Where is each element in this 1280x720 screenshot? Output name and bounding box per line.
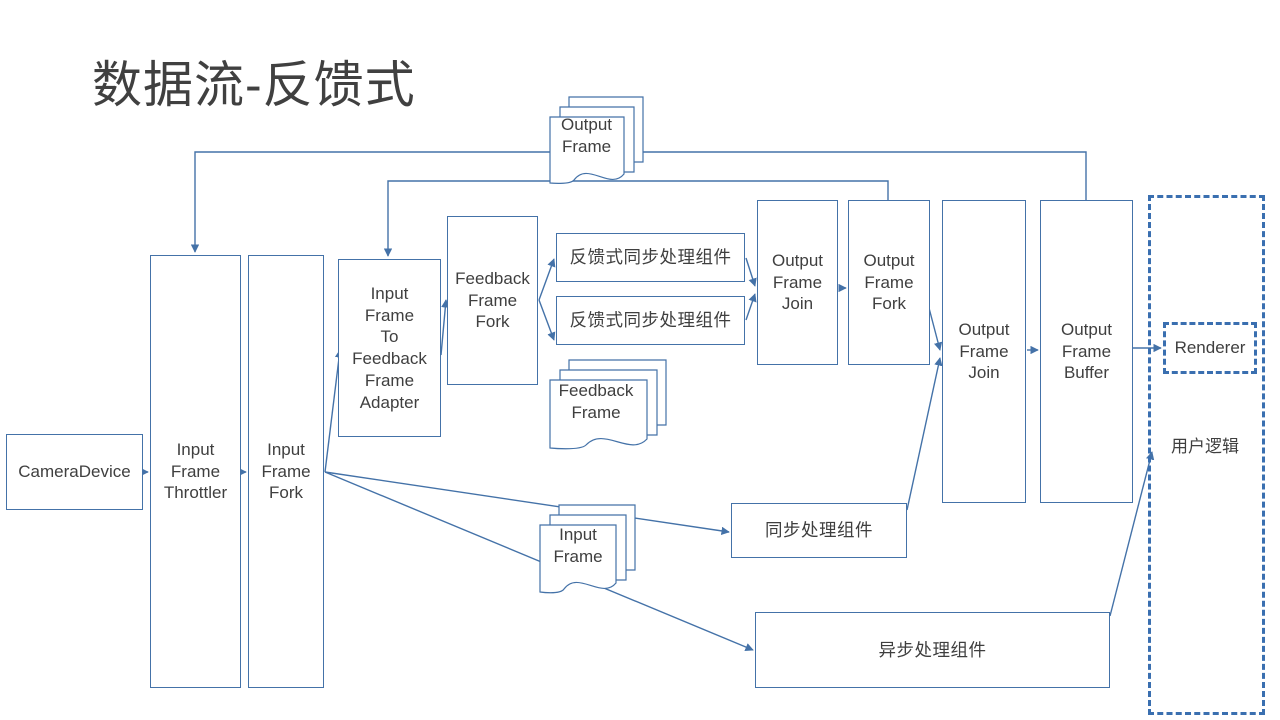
text-line: Output (771, 250, 824, 270)
text-line: Adapter (359, 392, 420, 412)
adapter-label: Input Frame To Feedback Frame Adapter (344, 283, 435, 414)
text-line: Feedback (455, 268, 530, 288)
text-line: Join (968, 363, 1000, 383)
output-frame-buffer-label: Output Frame Buffer (1053, 319, 1120, 384)
page-title: 数据流-反馈式 (92, 57, 416, 113)
renderer-node[interactable]: Renderer (1163, 322, 1257, 374)
text-line: Feedback (352, 349, 427, 368)
input-frame-to-feedback-frame-adapter-node[interactable]: Input Frame To Feedback Frame Adapter (338, 259, 441, 437)
output-frame-document-stack[interactable]: Output Frame (548, 95, 645, 189)
text-line: Frame (467, 290, 518, 310)
output-frame-join-2-node[interactable]: Output Frame Join (942, 200, 1026, 503)
feedback-sync-component-1-label: 反馈式同步处理组件 (569, 247, 732, 268)
input-frame-throttler-label: Input Frame Throttler (156, 439, 235, 504)
text-line: Throttler (163, 483, 228, 503)
sync-component-node[interactable]: 同步处理组件 (731, 503, 907, 558)
feedback-frame-fork-node[interactable]: Feedback Frame Fork (447, 216, 538, 385)
feedback-frame-fork-label: Feedback Frame Fork (447, 268, 538, 333)
output-frame-fork-label: Output Frame Fork (855, 250, 922, 315)
text-line: Output (863, 250, 915, 270)
text-line: Frame (772, 272, 823, 292)
text-line: Frame (1061, 341, 1112, 361)
user-logic-label: 用户逻辑 (1171, 437, 1239, 456)
text-line: Buffer (1063, 363, 1110, 383)
text-line: To (380, 327, 399, 347)
text-line: Input (176, 439, 215, 459)
input-frame-fork-node[interactable]: Input Frame Fork (248, 255, 324, 688)
text-line: Join (781, 294, 814, 314)
async-component-label: 异步处理组件 (878, 639, 987, 660)
text-line: Fork (269, 483, 303, 503)
output-frame-join-2-label: Output Frame Join (950, 319, 1017, 384)
input-frame-fork-label: Input Frame Fork (253, 439, 318, 504)
output-frame-join-1-node[interactable]: Output Frame Join (757, 200, 838, 365)
output-frame-join-1-label: Output Frame Join (764, 250, 831, 315)
output-frame-fork-node[interactable]: Output Frame Fork (848, 200, 930, 365)
feedback-sync-component-2-label: 反馈式同步处理组件 (569, 310, 732, 331)
text-line: Output (1060, 319, 1113, 339)
output-frame-buffer-node[interactable]: Output Frame Buffer (1040, 200, 1133, 503)
text-line: Frame (364, 370, 415, 390)
feedback-sync-component-1-node[interactable]: 反馈式同步处理组件 (556, 233, 745, 282)
feedback-frame-document-stack[interactable]: Feedback Frame (548, 358, 668, 458)
input-frame-document-stack[interactable]: Input Frame (538, 503, 638, 601)
async-component-node[interactable]: 异步处理组件 (755, 612, 1110, 688)
text-line: Input (267, 439, 305, 459)
camera-device-label: CameraDevice (18, 462, 131, 482)
text-line: Output (958, 319, 1010, 339)
text-line: Frame (959, 341, 1009, 361)
text-line: Fork (475, 312, 510, 332)
input-frame-throttler-node[interactable]: Input Frame Throttler (150, 255, 241, 688)
text-line: Input (370, 283, 409, 303)
text-line: Frame (170, 461, 221, 481)
renderer-label: Renderer (1174, 338, 1246, 357)
camera-device-node[interactable]: CameraDevice (6, 434, 143, 510)
sync-component-label: 同步处理组件 (765, 520, 873, 541)
diagram-canvas: 数据流-反馈式 用户逻辑 Renderer CameraDevice Input… (0, 0, 1280, 720)
text-line: Fork (871, 294, 906, 314)
feedback-sync-component-2-node[interactable]: 反馈式同步处理组件 (556, 296, 745, 345)
text-line: Frame (864, 272, 914, 292)
text-line: Frame (261, 461, 311, 481)
text-line: Frame (364, 305, 415, 325)
